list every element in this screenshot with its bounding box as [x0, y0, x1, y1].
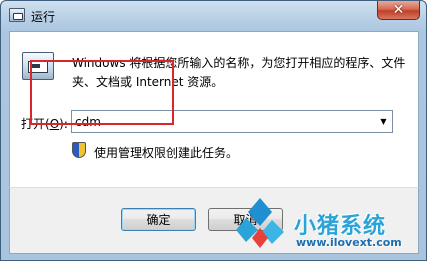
window-title: 运行 — [31, 10, 56, 24]
ok-button[interactable]: 确定 — [121, 208, 196, 231]
watermark-url: www.ilovext.com — [296, 236, 402, 249]
site-watermark: 小猪系统 www.ilovext.com — [236, 196, 424, 256]
admin-privilege-note: 使用管理权限创建此任务。 — [94, 146, 239, 160]
close-button[interactable]: ✕ — [377, 1, 420, 20]
close-icon: ✕ — [392, 2, 405, 18]
admin-shield-icon — [72, 142, 86, 158]
highlight-annotation-box — [30, 60, 174, 125]
dropdown-arrow-icon[interactable]: ▼ — [375, 111, 392, 132]
watermark-logo-icon — [236, 198, 284, 248]
run-app-icon — [9, 8, 25, 22]
title-bar[interactable]: 运行 ✕ — [1, 1, 426, 31]
